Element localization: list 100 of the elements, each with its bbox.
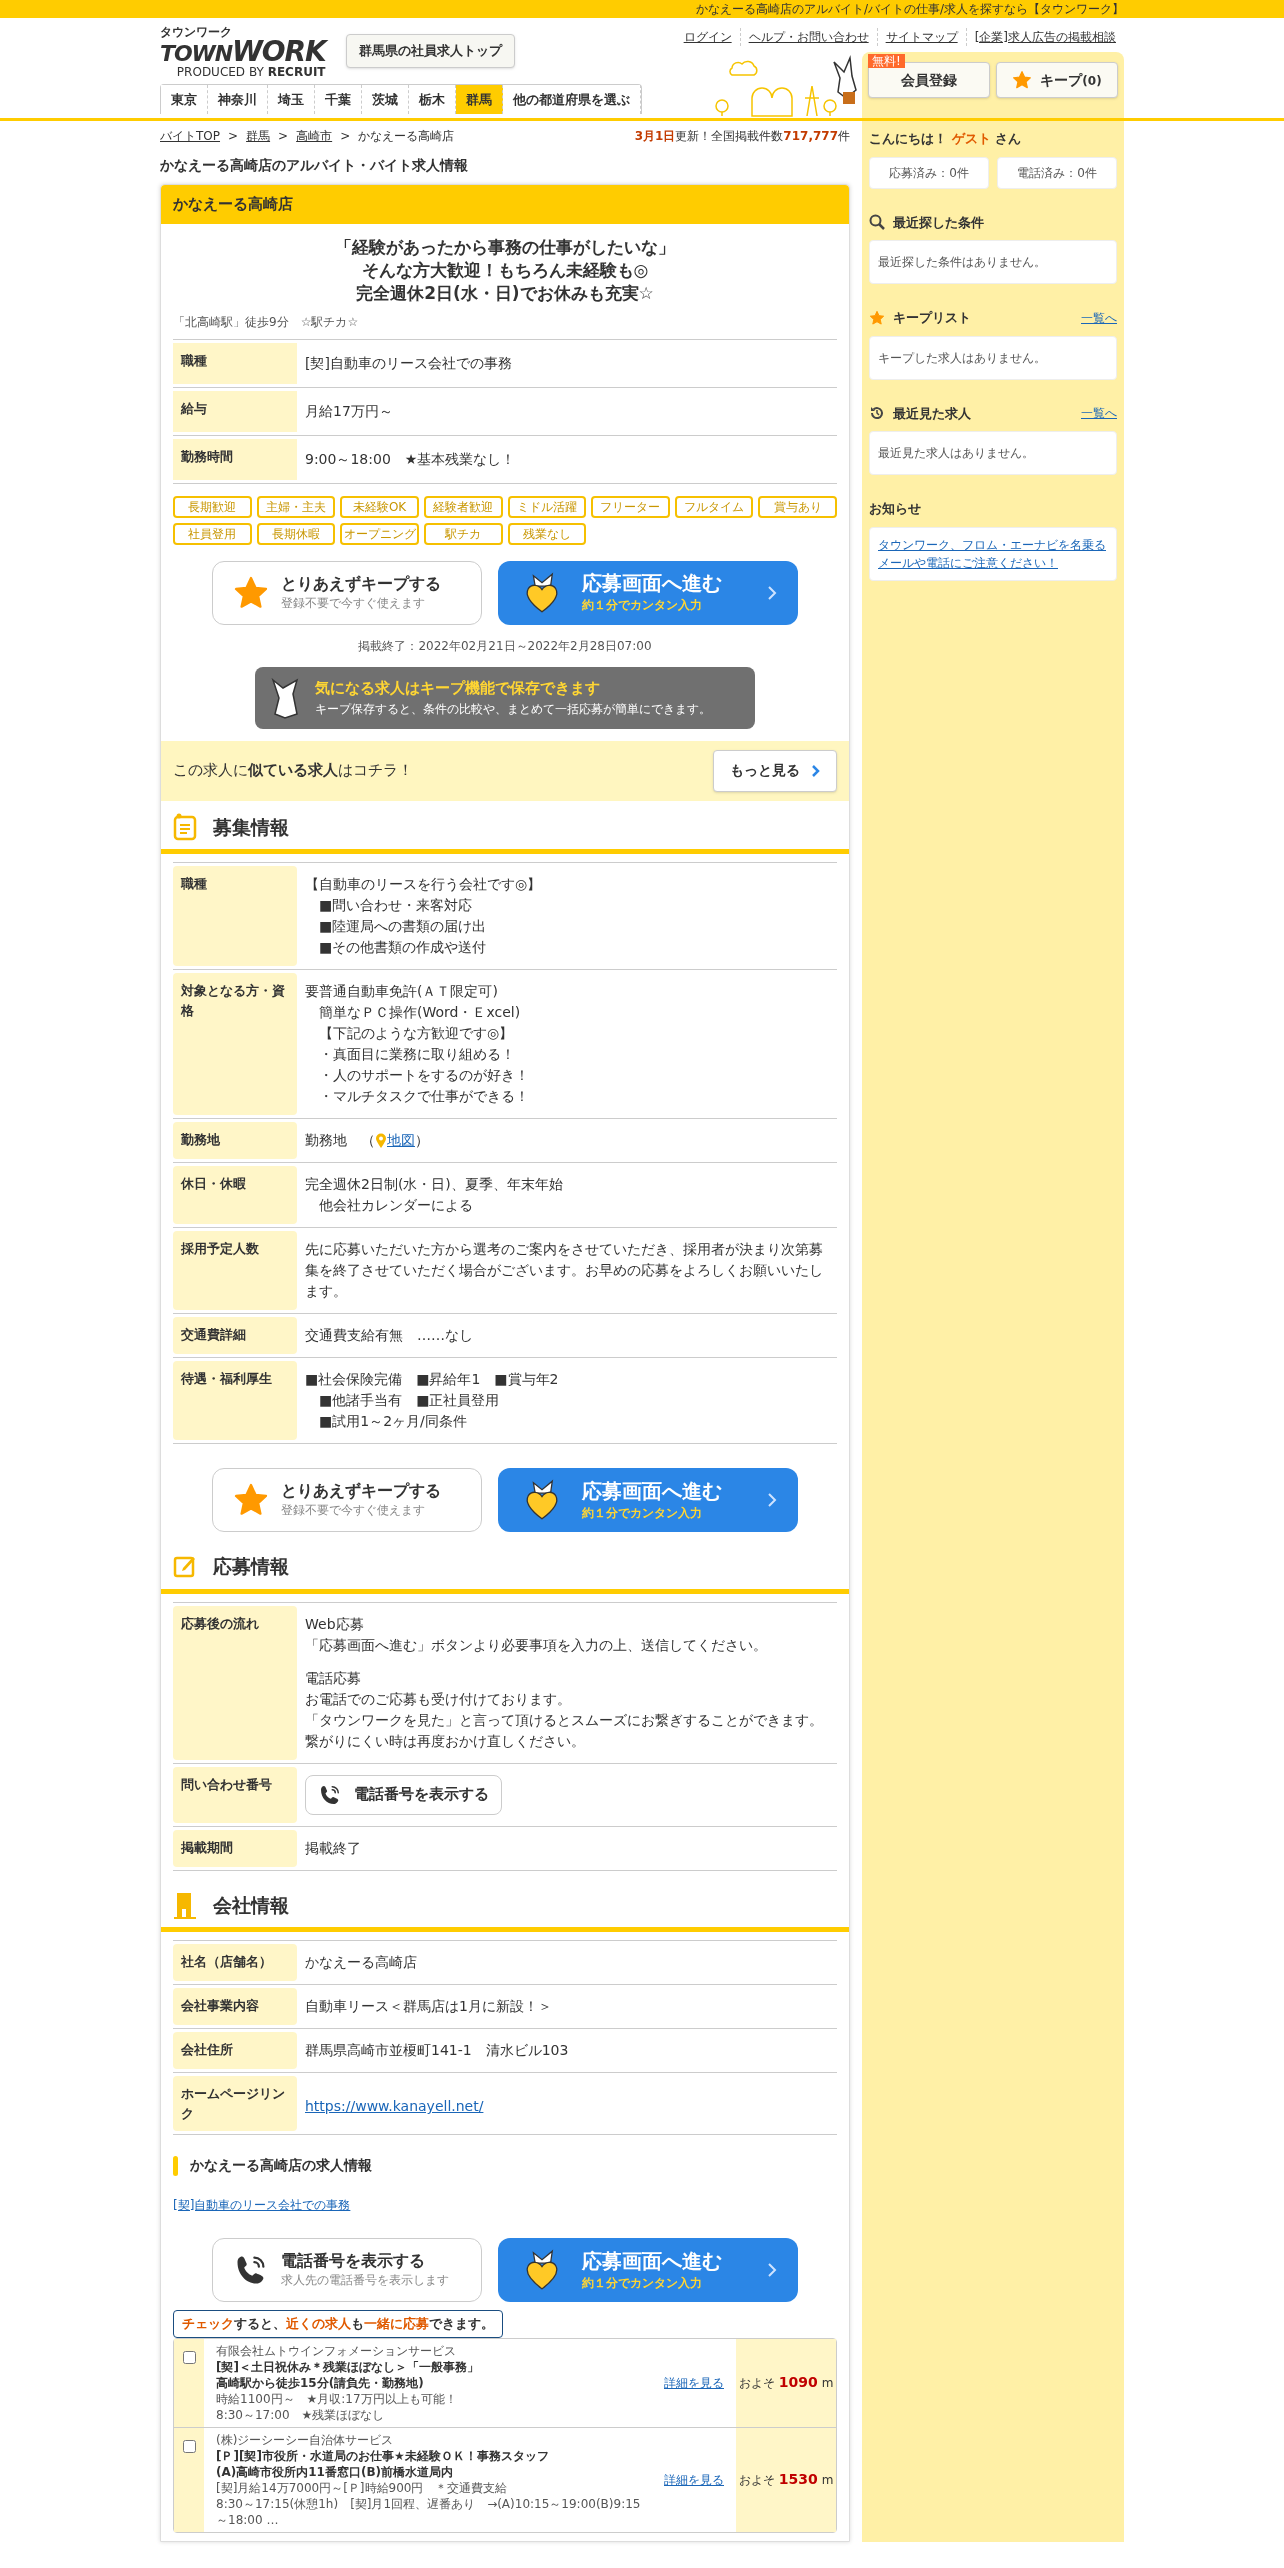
breadcrumb-link[interactable]: 高崎市: [296, 127, 333, 145]
row-text: 電話応募: [305, 1668, 362, 1688]
button-title: 電話番号を表示する: [281, 2251, 426, 2271]
homepage-link[interactable]: https://www.kanayell.net/: [305, 2096, 484, 2117]
apply-button[interactable]: 応募画面へ進む 約１分でカンタン入力: [498, 560, 798, 625]
row-text: 月給17万円～: [305, 401, 394, 421]
button-subtitle: 登録不要で今すぐ使えます: [281, 1502, 426, 1519]
edit-icon: [173, 1554, 197, 1579]
sidebar-section-title: 最近探した条件: [893, 213, 984, 232]
job-title: [契]＜土日祝休み＊残業ほぼなし＞「一般事務」: [216, 2358, 480, 2375]
section-title: 募集情報: [213, 814, 289, 840]
feature-tag: 未経験OK: [340, 495, 419, 518]
row-label: 応募後の流れ: [173, 1605, 297, 1760]
update-notice: 3月1日更新！全国掲載件数717,777件: [634, 128, 850, 145]
row-text: [契]自動車のリース会社での事務: [305, 353, 513, 373]
posting-period: 掲載終了：2022年02月21日～2022年2月28日07:00: [357, 637, 653, 655]
chevron-right-icon: [766, 584, 778, 601]
see-more-button[interactable]: もっと見る: [713, 749, 837, 792]
row-text: 簡単なＰＣ操作(Word・Ｅxcel): [318, 1003, 522, 1022]
feature-tag: 賞与あり: [758, 495, 837, 518]
job-title: [Ｐ][契]市役所・水道局のお仕事★未経験ＯＫ！事務スタッフ: [216, 2447, 550, 2464]
star-icon: [233, 574, 269, 611]
button-subtitle: 求人先の電話番号を表示します: [281, 2272, 449, 2289]
show-phone-button[interactable]: 電話番号を表示する: [305, 1774, 502, 1815]
job-pay: [契]月給14万7000円～[Ｐ]時給900円 ＊交通費支給: [216, 2479, 509, 2496]
feature-tag: 残業なし: [507, 522, 587, 545]
feature-tag: フルタイム: [674, 495, 754, 518]
view-all-link[interactable]: 一覧へ: [1081, 404, 1117, 423]
similar-jobs-text: この求人に似ている求人はコチラ！: [173, 760, 413, 782]
map-link[interactable]: 地図: [387, 1130, 415, 1151]
accent-bar: [173, 2155, 178, 2176]
apply-button[interactable]: 応募画面へ進む 約１分でカンタン入力: [498, 2238, 798, 2302]
nearby-job-checkbox[interactable]: [182, 2350, 196, 2364]
history-icon: [869, 405, 885, 422]
row-label: 会社住所: [173, 2032, 297, 2069]
feature-tag: 長期休暇: [256, 522, 336, 545]
search-icon: [869, 214, 885, 231]
store-job-link[interactable]: [契]自動車のリース会社での事務: [173, 2196, 837, 2214]
row-label: 会社事業内容: [173, 1988, 297, 2025]
sidebar-section-title: キープリスト: [893, 309, 971, 327]
map-pin-icon: [375, 1132, 387, 1149]
job-hours: 8:30～17:15(休憩1h) [契]月1回程、遅番あり →(A)10:15～19:00(B)9:15～18:00 …: [216, 2495, 642, 2528]
keep-list-button[interactable]: キープ(0): [996, 62, 1118, 98]
job-access: 高崎駅から徒歩15分(請負先・勤務地): [216, 2374, 425, 2391]
free-badge: 無料!: [868, 54, 905, 68]
details-link[interactable]: 詳細を見る: [664, 2470, 724, 2489]
breadcrumb-link[interactable]: 群馬: [246, 127, 271, 145]
sidebar-section-title: お知らせ: [869, 500, 922, 518]
row-text: ■試用1～2ヶ月/同条件: [318, 1412, 468, 1431]
view-all-link[interactable]: 一覧へ: [1081, 308, 1117, 327]
header-link[interactable]: ログイン: [675, 28, 740, 46]
breadcrumb-separator: >: [340, 128, 351, 145]
feature-tag: ミドル活躍: [507, 495, 587, 518]
row-text: 【下記のような方歓迎です◎】: [318, 1024, 515, 1043]
row-label: 対象となる方・資格: [173, 973, 297, 1115]
nearby-job-checkbox[interactable]: [182, 2439, 196, 2453]
feature-tag: 長期歓迎: [173, 495, 252, 518]
apply-button[interactable]: 応募画面へ進む 約１分でカンタン入力: [498, 1468, 798, 1532]
row-text: 交通費支給有無 ……なし: [305, 1326, 474, 1345]
row-label: 職種: [173, 342, 297, 384]
breadcrumb-separator: >: [278, 128, 289, 145]
row-text: 自動車リース＜群馬店は1月に新設！＞: [305, 1997, 553, 2016]
catch-copy: 完全週休2日(水・日)でお休みも充実☆: [356, 281, 654, 305]
row-text: ■その他書類の作成や送付: [318, 938, 488, 957]
keep-button[interactable]: とりあえずキープする 登録不要で今すぐ使えます: [212, 560, 482, 625]
row-text: 9:00～18:00 ★基本残業なし！: [305, 449, 517, 469]
store-name-header: かなえーる高崎店: [161, 185, 849, 224]
feature-tag: 経験者歓迎: [423, 495, 503, 518]
employee-jobs-top-button[interactable]: 群馬県の社員求人トップ: [345, 34, 515, 68]
job-access: (A)高崎市役所内11番窓口(B)前橋水道局内: [216, 2463, 455, 2480]
star-icon: [1012, 70, 1033, 90]
row-text: 先に応募いただいた方から選考のご案内をさせていただき、採用者が決まり次第募集を終了させていただく場合がございます。お早めの応募をよろしくお願いいたします。: [305, 1240, 824, 1301]
distance-cell: およそ 1530 m: [736, 2427, 836, 2532]
row-text: ■問い合わせ・来客対応: [318, 896, 474, 915]
details-link[interactable]: 詳細を見る: [664, 2373, 724, 2392]
row-label: 休日・休暇: [173, 1166, 297, 1224]
feature-tag: 駅チカ: [423, 522, 503, 545]
star-icon: [869, 309, 885, 326]
header-link[interactable]: ヘルプ・お問い合わせ: [739, 28, 877, 46]
feature-tag: 社員登用: [173, 522, 252, 545]
store-jobs-title: かなえーる高崎店の求人情報: [190, 2156, 372, 2175]
section-title: 応募情報: [213, 1554, 289, 1579]
prefecture-tab[interactable]: 東京: [161, 85, 208, 114]
phone-number-button[interactable]: 電話番号を表示する 求人先の電話番号を表示します: [212, 2238, 482, 2302]
keep-button[interactable]: とりあえずキープする 登録不要で今すぐ使えます: [212, 1468, 482, 1532]
chevron-right-icon: [812, 764, 820, 777]
sidebar-section-title: 最近見た求人: [893, 404, 971, 423]
breadcrumb-link[interactable]: バイトTOP: [160, 127, 220, 145]
row-label: 交通費詳細: [173, 1317, 297, 1354]
feature-tag: オープニング: [340, 522, 419, 545]
header-link[interactable]: [企業]求人広告の掲載相談: [965, 28, 1124, 46]
row-label: ホームページリンク: [173, 2076, 297, 2131]
prefecture-tab[interactable]: 群馬: [456, 85, 503, 114]
company-name: 有限会社ムトウインフォメーションサービス: [216, 2342, 457, 2359]
job-pay: 時給1100円～ ★月収:17万円以上も可能！: [216, 2390, 458, 2407]
row-label: 勤務地: [173, 1122, 297, 1159]
page-title: かなえーる高崎店のアルバイト・バイト求人情報: [160, 156, 469, 175]
apply-button-subtitle: 約１分でカンタン入力: [582, 1504, 703, 1522]
header-link[interactable]: サイトマップ: [876, 28, 966, 46]
chevron-right-icon: [766, 2262, 778, 2278]
